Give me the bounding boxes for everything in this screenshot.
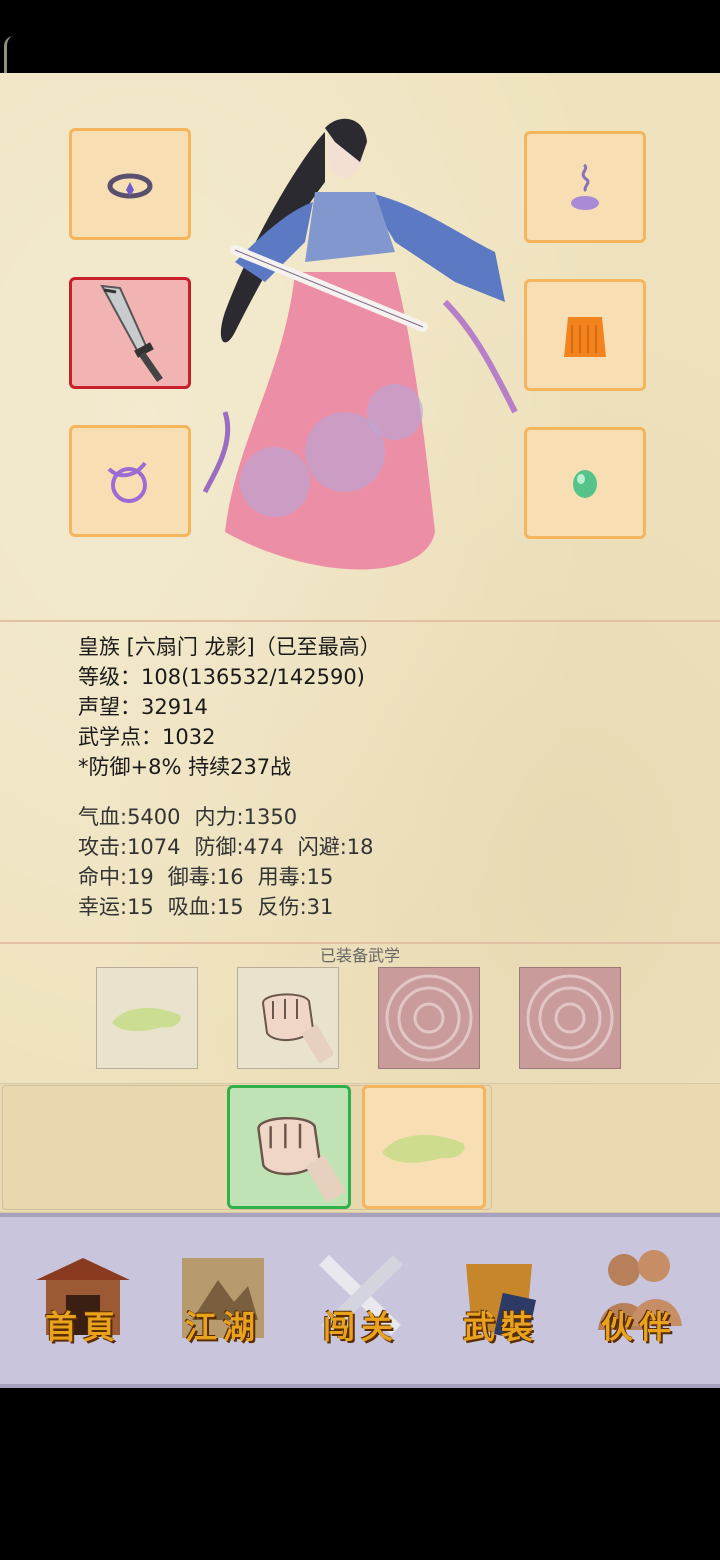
nav-huoban-label: 伙伴	[600, 1308, 677, 1346]
prestige-text: 声望：32914	[78, 695, 208, 719]
nav-chuangguan-label: 闯关	[322, 1308, 399, 1346]
equip-slot-armor[interactable]	[524, 279, 646, 391]
ring-icon	[107, 461, 147, 503]
buff-text: *防御+8% 持续237战	[78, 755, 292, 779]
jade-beast-skill-icon	[382, 1135, 465, 1163]
stats-row: 命中:19 御毒:16 用毒:15	[78, 862, 388, 892]
stat-mp: 内力:1350	[194, 805, 298, 829]
tray-skill-fist[interactable]	[227, 1085, 351, 1209]
skill-slot-4[interactable]	[519, 967, 621, 1069]
skill-slot-2[interactable]	[237, 967, 339, 1069]
skill-slot-1[interactable]	[96, 967, 198, 1069]
stats-row: 攻击:1074 防御:474 闪避:18	[78, 832, 388, 862]
stats-block: 气血:5400 内力:1350 攻击:1074 防御:474 闪避:18 命中:19 御…	[78, 802, 388, 922]
stats-row: 幸运:15 吸血:15 反伤:31	[78, 892, 388, 922]
equipped-skills-title: 已装备武学	[319, 946, 400, 965]
divider-top	[0, 620, 720, 622]
stat-poison-use: 用毒:15	[257, 865, 334, 889]
nav-wuzhuang-button[interactable]: 武裝	[446, 1240, 556, 1360]
equip-slot-ring[interactable]	[69, 425, 191, 537]
rank-title: 皇族 [六扇门 龙影]（已至最高）	[78, 635, 381, 659]
bottom-system-area	[0, 1388, 720, 1560]
equip-slot-weapon[interactable]	[69, 277, 191, 389]
stat-defense: 防御:474	[194, 835, 284, 859]
stat-hp: 气血:5400	[78, 805, 181, 829]
stat-reflect: 反伤:31	[257, 895, 334, 919]
nav-jianghu-button[interactable]: 江湖	[168, 1240, 278, 1360]
stat-poison-resist: 御毒:16	[167, 865, 244, 889]
nav-wuzhuang-label: 武裝	[462, 1308, 539, 1346]
nav-chuangguan-button[interactable]: 闯关	[306, 1240, 416, 1360]
stat-luck: 幸运:15	[78, 895, 154, 919]
broadsword-icon	[100, 284, 163, 382]
stat-lifesteal: 吸血:15	[167, 895, 244, 919]
nav-home-button[interactable]: 首頁	[28, 1240, 138, 1360]
skill-slot-3[interactable]	[378, 967, 480, 1069]
aztec-disc-icon	[385, 974, 473, 1062]
aztec-disc-icon	[526, 974, 614, 1062]
equip-slot-headband[interactable]	[69, 128, 191, 240]
headband-icon	[107, 173, 153, 199]
nav-huoban-button[interactable]: 伙伴	[584, 1240, 694, 1360]
character-portrait	[202, 118, 518, 570]
status-bar	[0, 0, 720, 73]
nav-jianghu-label: 江湖	[184, 1308, 261, 1346]
incense-burner-icon	[571, 163, 599, 210]
level-text: 等级：108(136532/142590)	[78, 665, 365, 689]
tray-skill-jade-beast[interactable]	[362, 1085, 486, 1209]
equip-slot-jade[interactable]	[524, 427, 646, 539]
profile-info: 皇族 [六扇门 龙影]（已至最高） 等级：108(136532/142590) …	[78, 632, 381, 782]
stat-dodge: 闪避:18	[297, 835, 374, 859]
jade-icon	[573, 470, 597, 498]
nav-home-label: 首頁	[44, 1308, 121, 1346]
martial-points-text: 武学点：1032	[78, 725, 216, 749]
robe-icon	[564, 317, 606, 357]
jade-beast-skill-icon	[112, 1008, 181, 1032]
fist-skill-icon	[261, 993, 333, 1063]
fist-skill-icon	[257, 1116, 344, 1202]
stat-accuracy: 命中:19	[78, 865, 154, 889]
equip-slot-incense[interactable]	[524, 131, 646, 243]
stat-attack: 攻击:1074	[78, 835, 181, 859]
stats-row: 气血:5400 内力:1350	[78, 802, 388, 832]
